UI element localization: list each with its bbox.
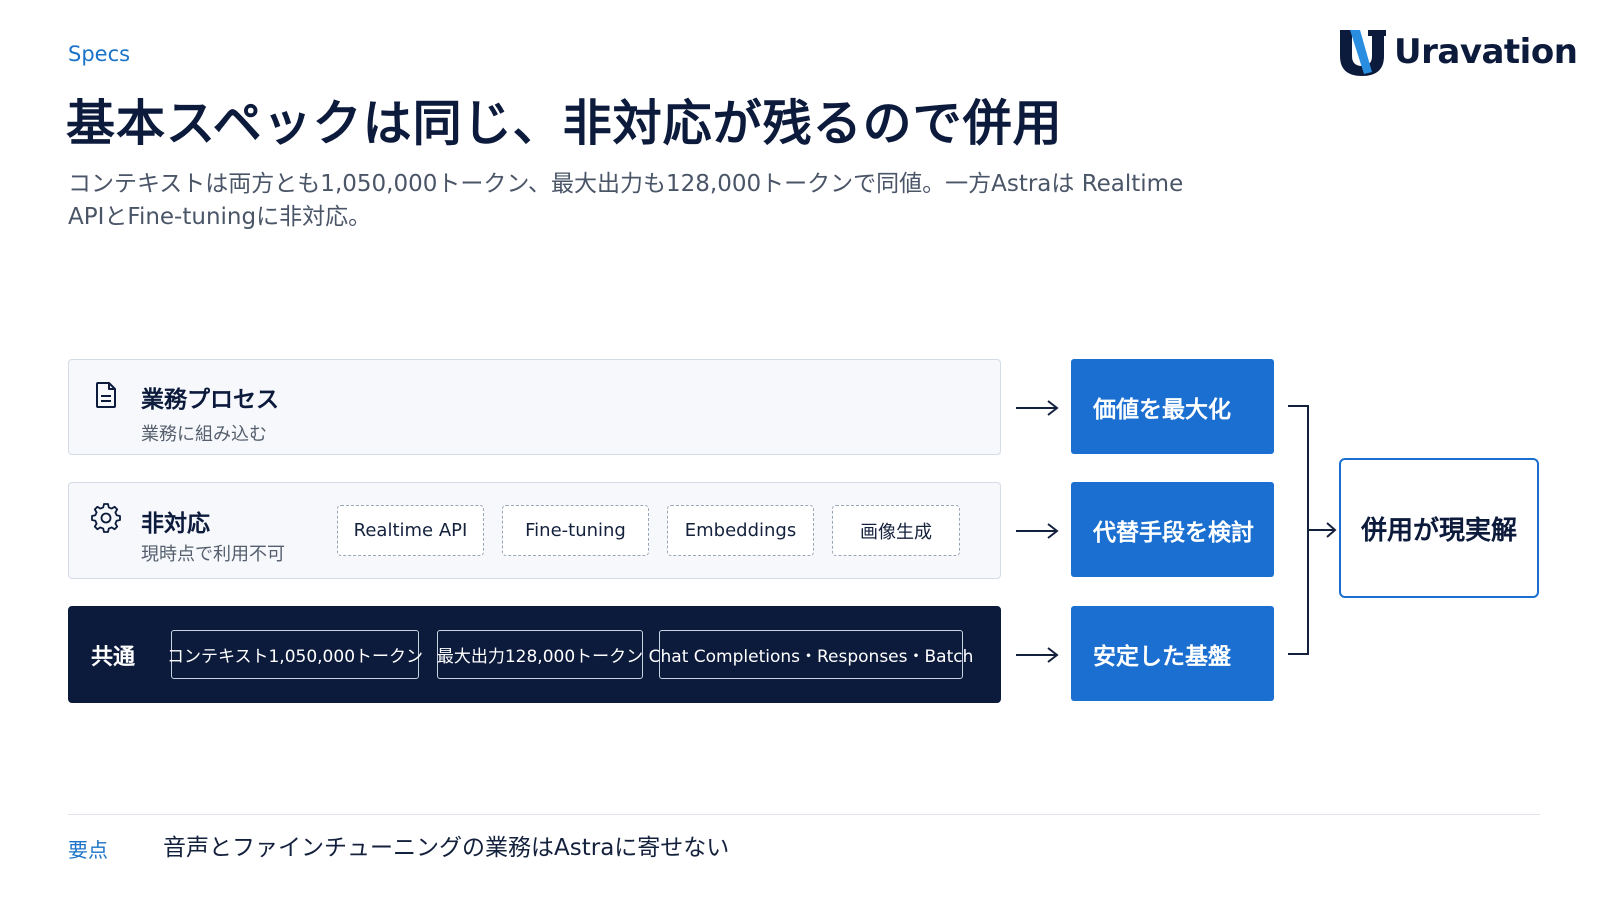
- unsupported-chip: Fine-tuning: [502, 505, 649, 556]
- page-subtitle: コンテキストは両方とも1,050,000トークン、最大出力も128,000トーク…: [68, 171, 1184, 230]
- process-title: 業務プロセス: [141, 387, 279, 413]
- common-chip: 最大出力128,000トークン: [437, 630, 643, 679]
- document-icon: [96, 382, 116, 408]
- uravation-logo-icon: [1340, 30, 1386, 76]
- logo-text: Uravation: [1394, 32, 1578, 72]
- arrow-right-icon: [1016, 523, 1059, 539]
- key-point-text: 音声とファインチューニングの業務はAstraに寄せない: [163, 835, 730, 861]
- common-chip: コンテキスト1,050,000トークン: [167, 630, 423, 679]
- outcome-box: 価値を最大化: [1071, 359, 1274, 454]
- process-subtitle: 業務に組み込む: [141, 424, 267, 445]
- process-row: 業務プロセス 業務に組み込む: [68, 359, 1001, 455]
- outcome-box: 代替手段を検討: [1071, 482, 1274, 577]
- unsupported-chip: Realtime API: [337, 505, 484, 556]
- bracket-connector: [1288, 405, 1337, 655]
- unsupported-title: 非対応: [141, 511, 210, 537]
- unsupported-chip: 画像生成: [832, 505, 960, 556]
- eyebrow-label: Specs: [68, 42, 131, 66]
- divider: [68, 814, 1540, 815]
- key-point-label: 要点: [68, 838, 108, 862]
- arrow-right-icon: [1016, 400, 1059, 416]
- unsupported-row: 非対応 現時点で利用不可 Realtime API Fine-tuning Em…: [68, 482, 1001, 579]
- outcome-box: 安定した基盤: [1071, 606, 1274, 701]
- unsupported-subtitle: 現時点で利用不可: [141, 544, 285, 565]
- gear-icon: [91, 503, 121, 533]
- common-title: 共通: [91, 645, 136, 670]
- brand-logo: Uravation: [1338, 28, 1578, 76]
- conclusion-box: 併用が現実解: [1339, 458, 1539, 598]
- common-row: 共通 コンテキスト1,050,000トークン 最大出力128,000トークン C…: [68, 606, 1001, 703]
- page-title: 基本スペックは同じ、非対応が残るので併用: [66, 95, 1063, 152]
- arrow-right-icon: [1016, 647, 1059, 663]
- common-chip: Chat Completions・Responses・Batch: [649, 630, 973, 679]
- unsupported-chip: Embeddings: [667, 505, 814, 556]
